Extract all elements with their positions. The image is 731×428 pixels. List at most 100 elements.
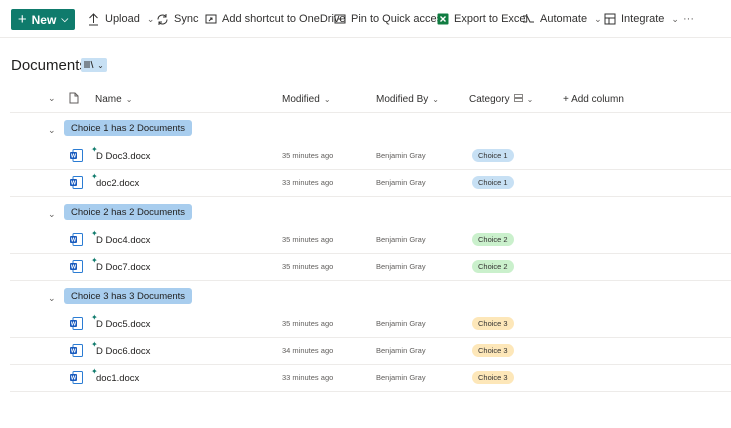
svg-text:W: W — [71, 376, 77, 382]
chevron-down-icon: ⌵ — [61, 14, 69, 24]
column-modified-by-label: Modified By — [376, 94, 429, 105]
upload-label: Upload — [105, 13, 140, 25]
add-shortcut-button[interactable]: Add shortcut to OneDrive — [204, 10, 346, 28]
modified-time: 33 minutes ago — [282, 178, 334, 187]
more-options-button[interactable]: ··· — [683, 10, 694, 28]
chevron-down-icon: ⌄ — [146, 13, 155, 24]
list-item[interactable]: W ✦ D Doc7.docx 35 minutes ago Benjamin … — [10, 253, 731, 281]
word-doc-icon: W — [70, 371, 83, 384]
svg-text:W: W — [71, 181, 77, 187]
file-name[interactable]: D Doc6.docx — [96, 346, 150, 357]
column-name-label: Name — [95, 94, 122, 105]
column-header-row: ⌄ Name ⌄ Modified ⌄ Modified By ⌄ Catego… — [0, 87, 731, 112]
word-doc-icon: W — [70, 317, 83, 330]
category-pill: Choice 3 — [472, 344, 514, 357]
automate-label: Automate — [540, 13, 588, 25]
svg-text:W: W — [71, 265, 77, 271]
column-header-modified-by[interactable]: Modified By ⌄ — [376, 94, 439, 105]
plus-icon: + — [17, 11, 27, 28]
category-pill: Choice 3 — [472, 317, 514, 330]
modified-time: 35 minutes ago — [282, 262, 334, 271]
column-header-modified[interactable]: Modified ⌄ — [282, 94, 331, 105]
upload-icon — [87, 12, 100, 26]
chevron-down-icon: ⌄ — [594, 13, 602, 24]
column-header-name[interactable]: Name ⌄ — [95, 94, 132, 105]
grouped-by-icon — [513, 94, 523, 105]
category-pill: Choice 1 — [472, 176, 514, 189]
view-switcher-button[interactable]: ⌄ — [81, 58, 107, 72]
integrate-icon — [603, 13, 616, 26]
category-pill: Choice 2 — [472, 233, 514, 246]
add-shortcut-label: Add shortcut to OneDrive — [222, 13, 346, 25]
file-name[interactable]: D Doc5.docx — [96, 319, 150, 330]
list-item[interactable]: W ✦ D Doc5.docx 35 minutes ago Benjamin … — [10, 310, 731, 338]
modified-by: Benjamin Gray — [376, 235, 426, 244]
collapse-all-chevron-icon[interactable]: ⌄ — [48, 93, 56, 104]
more-icon: ··· — [683, 13, 694, 25]
sync-icon — [156, 13, 169, 26]
file-name[interactable]: D Doc4.docx — [96, 235, 150, 246]
add-column-label: + Add column — [563, 94, 624, 105]
word-doc-icon: W — [70, 344, 83, 357]
group-label[interactable]: Choice 1 has 2 Documents — [64, 120, 193, 136]
group-label[interactable]: Choice 2 has 2 Documents — [64, 204, 193, 220]
pin-icon — [333, 13, 346, 26]
column-modified-label: Modified — [282, 94, 320, 105]
collapse-group-chevron-icon[interactable]: ⌄ — [48, 125, 56, 136]
file-type-header-icon[interactable] — [69, 92, 79, 104]
new-button[interactable]: + New ⌵ — [11, 9, 75, 30]
chevron-down-icon: ⌄ — [97, 60, 104, 70]
sync-label: Sync — [174, 13, 199, 25]
collapse-group-chevron-icon[interactable]: ⌄ — [48, 293, 56, 304]
word-doc-icon: W — [70, 233, 83, 246]
file-name[interactable]: D Doc3.docx — [96, 151, 150, 162]
svg-text:W: W — [71, 322, 77, 328]
modified-by: Benjamin Gray — [376, 178, 426, 187]
pin-quick-access-button[interactable]: Pin to Quick access — [333, 10, 448, 28]
category-pill: Choice 2 — [472, 260, 514, 273]
add-column-button[interactable]: + Add column — [563, 94, 624, 105]
word-doc-icon: W — [70, 260, 83, 273]
group-header-choice-3: ⌄ Choice 3 has 3 Documents — [0, 288, 731, 310]
automate-button[interactable]: Automate ⌄ — [522, 10, 602, 28]
chevron-down-icon: ⌄ — [323, 95, 331, 104]
group-label[interactable]: Choice 3 has 3 Documents — [64, 288, 193, 304]
modified-by: Benjamin Gray — [376, 262, 426, 271]
header-divider — [10, 112, 731, 113]
modified-time: 35 minutes ago — [282, 151, 334, 160]
word-doc-icon: W — [70, 149, 83, 162]
upload-button[interactable]: Upload ⌄ — [87, 10, 154, 28]
shortcut-icon — [204, 13, 217, 26]
pin-quick-access-label: Pin to Quick access — [351, 13, 448, 25]
modified-by: Benjamin Gray — [376, 346, 426, 355]
page-title: Documents — [11, 57, 87, 74]
list-item[interactable]: W ✦ doc2.docx 33 minutes ago Benjamin Gr… — [10, 169, 731, 197]
column-header-category[interactable]: Category ⌄ — [469, 94, 533, 105]
svg-text:W: W — [71, 349, 77, 355]
collapse-group-chevron-icon[interactable]: ⌄ — [48, 209, 56, 220]
file-name[interactable]: doc2.docx — [96, 178, 139, 189]
integrate-button[interactable]: Integrate ⌄ — [603, 10, 679, 28]
group-header-choice-1: ⌄ Choice 1 has 2 Documents — [0, 120, 731, 142]
svg-text:W: W — [71, 238, 77, 244]
modified-by: Benjamin Gray — [376, 373, 426, 382]
list-item[interactable]: W ✦ D Doc6.docx 34 minutes ago Benjamin … — [10, 337, 731, 365]
modified-by: Benjamin Gray — [376, 319, 426, 328]
export-excel-label: Export to Excel — [454, 13, 528, 25]
list-item[interactable]: W ✦ D Doc4.docx 35 minutes ago Benjamin … — [10, 226, 731, 254]
category-pill: Choice 3 — [472, 371, 514, 384]
modified-time: 35 minutes ago — [282, 235, 334, 244]
excel-icon — [436, 13, 449, 26]
list-item[interactable]: W ✦ doc1.docx 33 minutes ago Benjamin Gr… — [10, 364, 731, 392]
file-name[interactable]: D Doc7.docx — [96, 262, 150, 273]
sync-button[interactable]: Sync — [156, 10, 198, 28]
list-item[interactable]: W ✦ D Doc3.docx 35 minutes ago Benjamin … — [10, 142, 731, 170]
toolbar-divider — [0, 37, 731, 38]
automate-icon — [522, 13, 535, 26]
export-excel-button[interactable]: Export to Excel — [436, 10, 528, 28]
modified-time: 34 minutes ago — [282, 346, 334, 355]
chevron-down-icon: ⌄ — [671, 13, 679, 24]
group-header-choice-2: ⌄ Choice 2 has 2 Documents — [0, 204, 731, 226]
modified-by: Benjamin Gray — [376, 151, 426, 160]
file-name[interactable]: doc1.docx — [96, 373, 139, 384]
